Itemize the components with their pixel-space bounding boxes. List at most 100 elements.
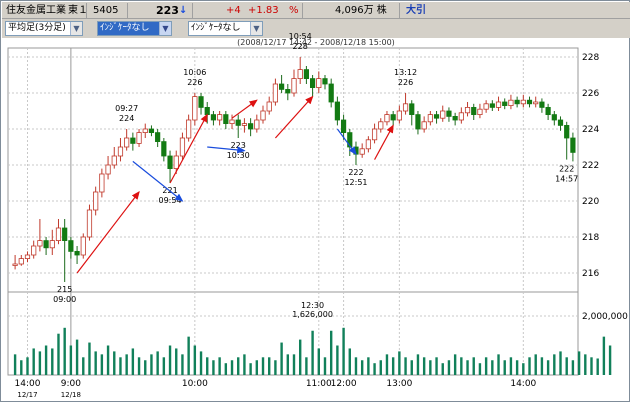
volume-tick-label: 2,000,000	[582, 312, 628, 322]
annotation-value: 226	[187, 78, 202, 87]
chart-window: 住友金属工業 東１ 5405 223 ↓ +4 +1.83 % 4,096万 株…	[0, 0, 630, 402]
candle-body	[229, 119, 235, 124]
volume-bar	[398, 351, 401, 375]
candle-body	[359, 148, 365, 155]
candle-body	[68, 240, 74, 252]
volume-bar	[69, 345, 73, 375]
x-tick-label: 10:00	[182, 379, 208, 389]
candle-body	[260, 110, 266, 121]
candle-body	[93, 191, 99, 211]
candle-body	[80, 236, 86, 256]
candle-body	[539, 101, 545, 108]
volume-bar	[137, 357, 141, 375]
volume-bar	[255, 360, 259, 375]
y-tick-label: 218	[582, 233, 599, 243]
volume-bar	[224, 363, 228, 375]
candle-body	[452, 116, 458, 121]
volume-bar	[385, 354, 389, 375]
candle-body	[254, 119, 260, 130]
volume-bar	[590, 357, 593, 375]
volume-bar	[32, 348, 35, 375]
annotation-value: 223	[231, 141, 246, 150]
candlestick-chart: 228 226 224 222 220 218 216 2,000,000 14:00 12/17…	[7, 32, 628, 399]
candle-body	[545, 107, 551, 116]
candle-body	[489, 103, 495, 108]
candle-body	[371, 128, 378, 141]
volume-bar	[317, 348, 320, 375]
candle-body	[105, 164, 111, 175]
candle-body	[471, 107, 477, 116]
volume-bar	[484, 357, 488, 375]
volume-bar	[391, 357, 395, 375]
volume-bar	[460, 357, 463, 375]
candle-body	[384, 114, 390, 123]
candle-body	[316, 78, 322, 88]
annotation-time: 09:27	[115, 104, 138, 113]
volume-bar	[292, 354, 296, 375]
candle-body	[279, 83, 285, 90]
x-tick-date: 12/17	[17, 391, 37, 399]
candle-body	[266, 101, 272, 112]
candle-body	[495, 101, 502, 108]
candle-body	[402, 103, 409, 112]
volume-bar	[491, 360, 494, 375]
volume-bar	[44, 345, 48, 375]
volume-bar	[249, 363, 252, 375]
volume-bar	[329, 330, 333, 375]
candle-body	[161, 141, 167, 157]
volume-bar	[268, 357, 271, 375]
volume-bar	[305, 357, 308, 375]
annotation-time: 09:00	[53, 295, 76, 304]
volume-bar	[38, 351, 42, 375]
candle-body	[378, 121, 384, 130]
x-tick-label: 13:00	[386, 379, 412, 389]
volume-bar	[410, 360, 413, 375]
candle-body	[309, 78, 316, 88]
candle-body	[340, 119, 347, 133]
candle-body	[557, 119, 564, 126]
candle-body	[297, 69, 303, 79]
candle-body	[272, 83, 279, 103]
volume-bar	[75, 339, 79, 375]
candle-body	[464, 107, 471, 114]
annotation-time: 13:12	[394, 68, 417, 77]
candle-body	[303, 69, 309, 79]
candle-body	[334, 101, 340, 121]
volume-bar	[162, 357, 166, 375]
candle-body	[124, 137, 130, 148]
candle-body	[12, 263, 18, 266]
volume-bar	[528, 357, 531, 375]
annotation-time: 12:51	[344, 178, 367, 187]
candle-body	[458, 112, 464, 121]
candle-body	[55, 227, 62, 241]
candle-body	[551, 114, 557, 121]
candle-body	[446, 110, 452, 117]
candle-body	[508, 99, 514, 106]
candle-body	[49, 240, 55, 249]
volume-bar	[367, 357, 370, 375]
volume-bar	[113, 351, 116, 375]
candle-body	[235, 119, 241, 126]
candle-body	[248, 123, 254, 130]
volume-bar	[298, 339, 302, 375]
candle-body	[210, 114, 217, 121]
candle-body	[31, 245, 37, 256]
volume-bar	[379, 360, 382, 375]
candle-body	[155, 132, 161, 143]
volume-bar	[51, 348, 54, 375]
candle-body	[86, 209, 93, 238]
volume-bar	[422, 357, 426, 375]
candle-body	[173, 155, 179, 169]
volume-annotation-value: 1,626,000	[292, 310, 333, 319]
y-tick-label: 222	[582, 161, 599, 171]
volume-bar	[404, 357, 407, 375]
y-tick-label: 220	[582, 197, 599, 207]
candle-body	[204, 107, 210, 116]
plot-area	[7, 47, 579, 376]
volume-bar	[237, 357, 240, 375]
volume-bar	[497, 354, 500, 375]
volume-bar	[280, 342, 283, 375]
candle-body	[37, 240, 43, 247]
volume-bar	[447, 360, 451, 375]
x-tick-label: 12:00	[331, 379, 357, 389]
